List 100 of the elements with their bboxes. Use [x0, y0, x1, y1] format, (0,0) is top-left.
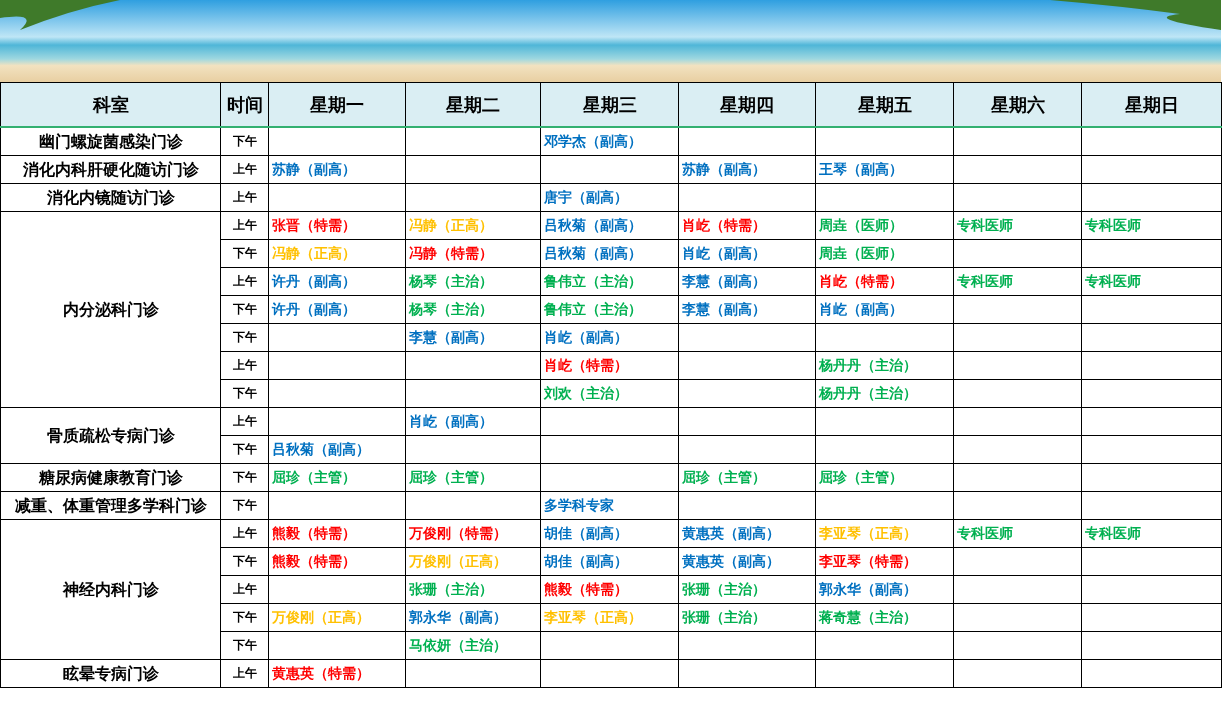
doctor-name: 屈珍（主管） — [819, 468, 903, 485]
doctor-name: 杨丹丹（主治） — [819, 356, 917, 373]
doctor-name: 熊毅（特需） — [272, 524, 356, 541]
department-cell: 糖尿病健康教育门诊 — [0, 463, 221, 492]
column-header: 星期日 — [1081, 82, 1222, 127]
doctor-name: 肖屹（特需） — [682, 216, 766, 233]
department-cell: 骨质疏松专病门诊 — [0, 407, 221, 464]
doctor-name: 蒋奇慧（主治） — [819, 608, 917, 625]
department-cell: 消化内科肝硬化随访门诊 — [0, 155, 221, 184]
time-cell: 下午 — [220, 295, 269, 324]
time-cell: 上午 — [220, 183, 269, 212]
time-cell: 下午 — [220, 379, 269, 408]
doctor-name: 李亚琴（正高） — [544, 608, 642, 625]
doctor-name: 冯静（特需） — [409, 244, 493, 261]
time-cell: 下午 — [220, 631, 269, 660]
doctor-name: 黄惠英（副高） — [682, 524, 780, 541]
doctor-name: 郭永华（副高） — [819, 580, 917, 597]
doctor-name: 屈珍（主管） — [682, 468, 766, 485]
doctor-name: 专科医师 — [957, 216, 1013, 233]
time-cell: 上午 — [220, 211, 269, 240]
doctor-name: 李慧（副高） — [682, 272, 766, 289]
time-cell: 下午 — [220, 603, 269, 632]
doctor-name: 肖屹（特需） — [544, 356, 628, 373]
column-header: 星期五 — [815, 82, 954, 127]
time-cell: 下午 — [220, 491, 269, 520]
doctor-name: 李亚琴（正高） — [819, 524, 917, 541]
time-cell: 下午 — [220, 239, 269, 268]
doctor-name: 专科医师 — [1085, 272, 1141, 289]
time-cell: 下午 — [220, 127, 269, 156]
doctor-name: 鲁伟立（主治） — [544, 272, 642, 289]
time-cell: 上午 — [220, 575, 269, 604]
doctor-name: 张晋（特需） — [272, 216, 356, 233]
doctor-name: 熊毅（特需） — [272, 552, 356, 569]
column-header: 星期六 — [953, 82, 1082, 127]
column-header: 星期一 — [268, 82, 406, 127]
time-cell: 下午 — [220, 547, 269, 576]
doctor-name: 万俊刚（正高） — [272, 608, 370, 625]
doctor-name: 张珊（主治） — [682, 580, 766, 597]
doctor-name: 李慧（副高） — [682, 300, 766, 317]
doctor-name: 冯静（正高） — [272, 244, 356, 261]
doctor-name: 邓学杰（副高） — [544, 132, 642, 149]
doctor-name: 张珊（主治） — [682, 608, 766, 625]
doctor-name: 杨琴（主治） — [409, 272, 493, 289]
doctor-name: 杨丹丹（主治） — [819, 384, 917, 401]
doctor-name: 胡佳（副高） — [544, 552, 628, 569]
time-cell: 上午 — [220, 659, 269, 688]
doctor-name: 鲁伟立（主治） — [544, 300, 642, 317]
doctor-name: 黄惠英（副高） — [682, 552, 780, 569]
doctor-name: 王琴（副高） — [819, 160, 903, 177]
doctor-name: 胡佳（副高） — [544, 524, 628, 541]
time-cell: 上午 — [220, 155, 269, 184]
doctor-name: 黄惠英（特需） — [272, 664, 370, 681]
doctor-name: 肖屹（副高） — [819, 300, 903, 317]
doctor-name: 冯静（正高） — [409, 216, 493, 233]
department-cell: 幽门螺旋菌感染门诊 — [0, 127, 221, 156]
doctor-name: 万俊刚（特需） — [409, 524, 507, 541]
column-header: 科室 — [0, 82, 221, 127]
doctor-name: 刘欢（主治） — [544, 384, 628, 401]
doctor-name: 专科医师 — [1085, 524, 1141, 541]
doctor-name: 李亚琴（特需） — [819, 552, 917, 569]
time-cell: 上午 — [220, 519, 269, 548]
department-cell: 消化内镜随访门诊 — [0, 183, 221, 212]
time-cell: 上午 — [220, 351, 269, 380]
doctor-name: 唐宇（副高） — [544, 188, 628, 205]
column-header: 星期四 — [678, 82, 816, 127]
column-header: 时间 — [220, 82, 269, 127]
department-cell: 内分泌科门诊 — [0, 211, 221, 408]
department-cell: 神经内科门诊 — [0, 519, 221, 660]
doctor-name: 许丹（副高） — [272, 272, 356, 289]
doctor-name: 吕秋菊（副高） — [272, 440, 370, 457]
doctor-name: 许丹（副高） — [272, 300, 356, 317]
column-header: 星期三 — [540, 82, 679, 127]
time-cell: 下午 — [220, 323, 269, 352]
doctor-name: 万俊刚（正高） — [409, 552, 507, 569]
doctor-name: 屈珍（主管） — [272, 468, 356, 485]
doctor-name: 专科医师 — [1085, 216, 1141, 233]
doctor-name: 苏静（副高） — [682, 160, 766, 177]
doctor-name: 苏静（副高） — [272, 160, 356, 177]
department-cell: 减重、体重管理多学科门诊 — [0, 491, 221, 520]
doctor-name: 肖屹（副高） — [544, 328, 628, 345]
doctor-name: 屈珍（主管） — [409, 468, 493, 485]
doctor-name: 肖屹（副高） — [409, 412, 493, 429]
doctor-name: 郭永华（副高） — [409, 608, 507, 625]
time-cell: 下午 — [220, 463, 269, 492]
doctor-name: 马依妍（主治） — [409, 636, 507, 653]
column-header: 星期二 — [405, 82, 541, 127]
doctor-name: 多学科专家 — [544, 496, 614, 513]
doctor-name: 熊毅（特需） — [544, 580, 628, 597]
doctor-name: 张珊（主治） — [409, 580, 493, 597]
doctor-name: 周垚（医师） — [819, 216, 903, 233]
doctor-name: 专科医师 — [957, 272, 1013, 289]
doctor-name: 李慧（副高） — [409, 328, 493, 345]
time-cell: 下午 — [220, 435, 269, 464]
doctor-name: 周垚（医师） — [819, 244, 903, 261]
doctor-name: 吕秋菊（副高） — [544, 216, 642, 233]
time-cell: 上午 — [220, 407, 269, 436]
time-cell: 上午 — [220, 267, 269, 296]
doctor-name: 吕秋菊（副高） — [544, 244, 642, 261]
doctor-name: 肖屹（副高） — [682, 244, 766, 261]
department-cell: 眩晕专病门诊 — [0, 659, 221, 688]
